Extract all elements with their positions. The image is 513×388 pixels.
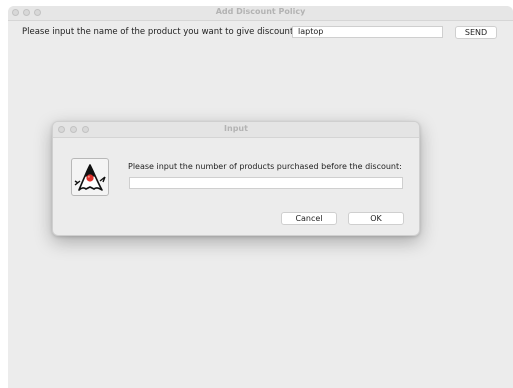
dialog-message: Please input the number of products purc… [128, 162, 402, 171]
ok-button[interactable]: OK [348, 212, 404, 225]
dialog-titlebar: Input [53, 122, 419, 138]
input-dialog: Input Please input the number of product… [52, 121, 420, 236]
java-duke-icon [71, 158, 109, 196]
purchase-count-input[interactable] [129, 177, 403, 189]
cancel-button[interactable]: Cancel [281, 212, 337, 225]
main-window: Add Discount Policy Please input the nam… [8, 6, 513, 388]
dialog-title: Input [224, 124, 248, 133]
product-prompt-label: Please input the name of the product you… [22, 27, 297, 37]
window-title: Add Discount Policy [215, 7, 306, 16]
window-titlebar: Add Discount Policy [8, 6, 513, 21]
product-name-input[interactable]: laptop [292, 26, 443, 38]
send-button[interactable]: SEND [455, 26, 497, 39]
